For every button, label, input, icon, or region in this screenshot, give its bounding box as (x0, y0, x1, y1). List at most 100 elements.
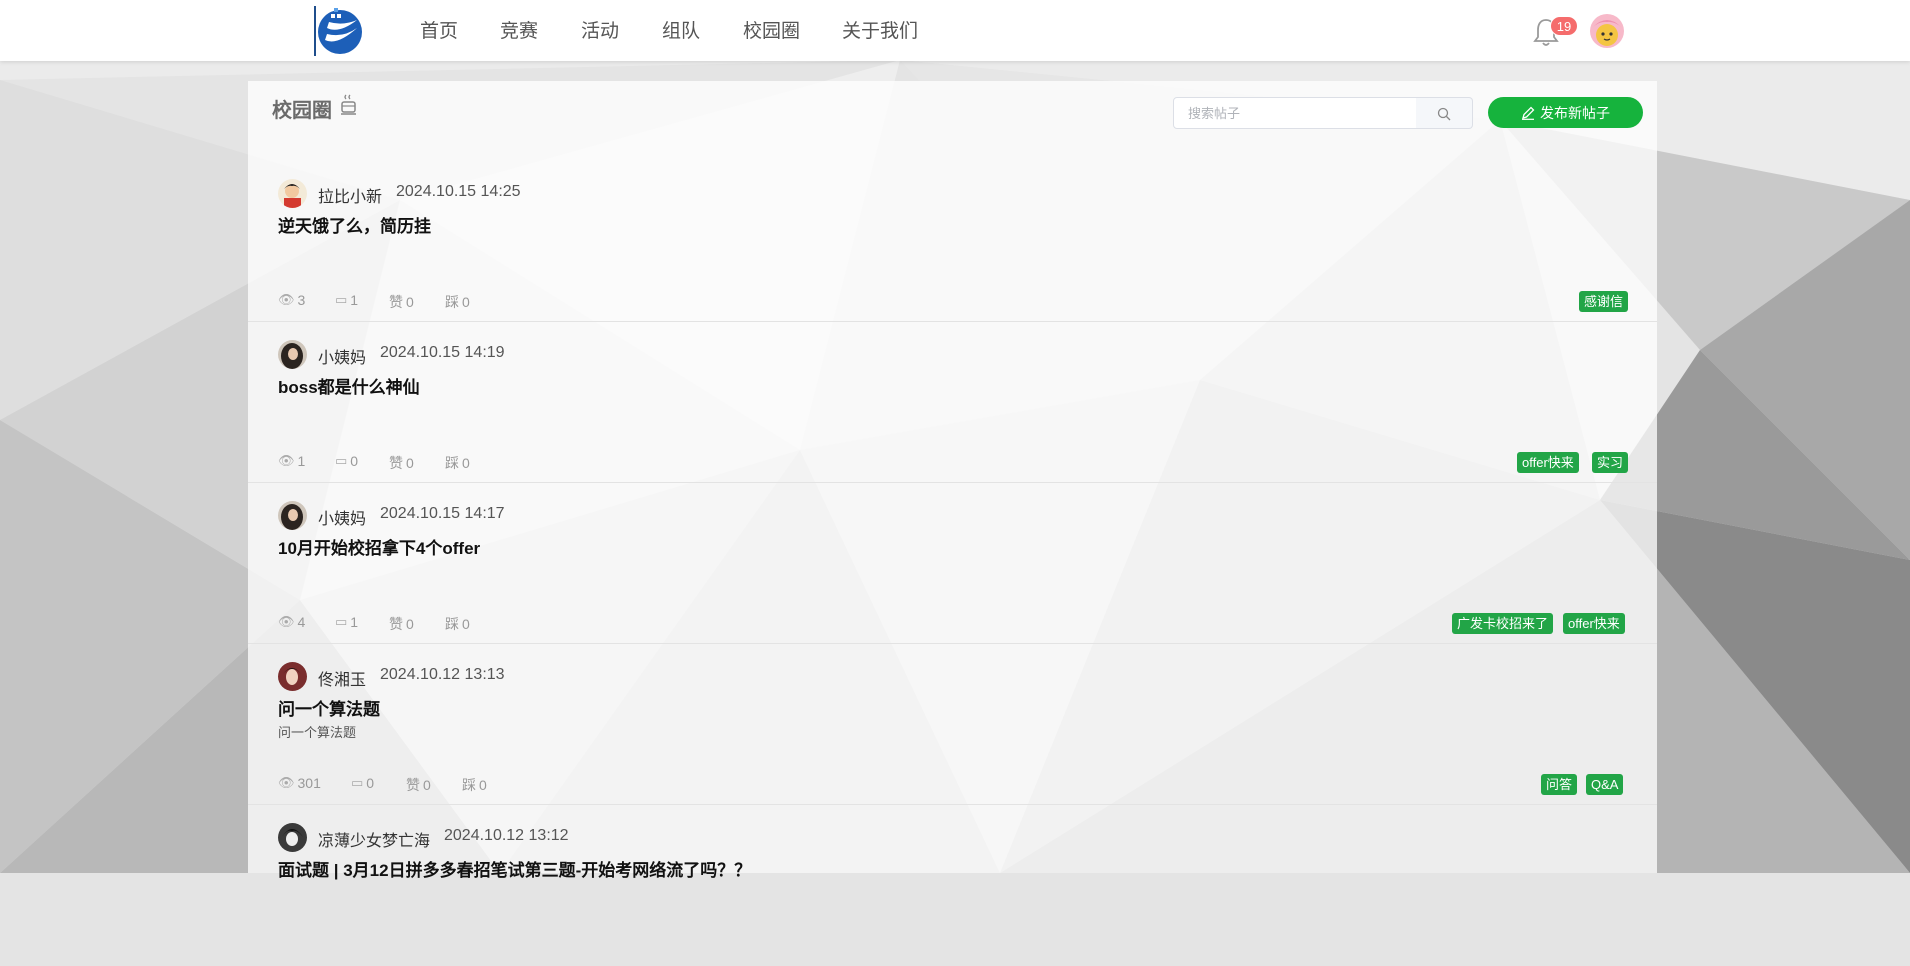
post-author[interactable]: 佟湘玉 (318, 666, 366, 690)
post-item[interactable]: 佟湘玉 2024.10.12 13:13 问一个算法题 问一个算法题 👁 301 … (248, 644, 1657, 805)
author-avatar[interactable] (278, 662, 307, 691)
like-stat[interactable]: 赞0 (389, 614, 414, 634)
new-post-button[interactable]: 发布新帖子 (1488, 97, 1643, 128)
notification-badge: 19 (1550, 16, 1578, 36)
comments-count: 1 (350, 292, 359, 308)
likes-count: 0 (406, 616, 414, 632)
post-time: 2024.10.12 13:12 (444, 827, 569, 844)
post-excerpt: 问一个算法题 (278, 725, 357, 740)
post-tag[interactable]: offer快来 (1563, 613, 1625, 634)
like-stat[interactable]: 赞0 (389, 453, 414, 473)
post-tag[interactable]: 感谢信 (1579, 291, 1629, 312)
nav-campus-circle[interactable]: 校园圈 (743, 20, 800, 44)
comments-stat[interactable]: ▭ 1 (335, 292, 358, 308)
post-time: 2024.10.12 13:13 (380, 666, 505, 683)
dislike-stat[interactable]: 踩0 (462, 775, 487, 795)
new-post-label: 发布新帖子 (1540, 104, 1610, 121)
post-tag[interactable]: Q&A (1586, 774, 1624, 795)
views-stat: 👁 301 (278, 775, 321, 791)
comment-icon: ▭ (335, 614, 348, 629)
post-tag[interactable]: 广发卡校招来了 (1452, 613, 1554, 634)
like-label: 赞 (389, 616, 403, 632)
views-stat: 👁 3 (278, 292, 305, 308)
search-icon (1437, 107, 1451, 121)
like-stat[interactable]: 赞0 (406, 775, 431, 795)
views-count: 301 (297, 775, 321, 791)
nav-competitions[interactable]: 竞赛 (500, 20, 538, 44)
dislike-label: 踩 (445, 455, 459, 471)
post-title[interactable]: 10月开始校招拿下4个offer (278, 534, 480, 559)
campus-circle-panel: 校园圈 发布新帖子 拉比小新 (248, 81, 1657, 880)
nav-home[interactable]: 首页 (420, 20, 458, 44)
comments-count: 1 (350, 614, 359, 630)
dislike-label: 踩 (462, 777, 476, 793)
page-title: 校园圈 (272, 100, 332, 122)
post-author[interactable]: 拉比小新 (318, 183, 382, 207)
post-time: 2024.10.15 14:17 (380, 505, 505, 522)
comment-icon: ▭ (335, 292, 348, 307)
likes-count: 0 (423, 777, 431, 793)
post-title[interactable]: 逆天饿了么，简历挂 (278, 212, 431, 237)
user-avatar[interactable] (1589, 13, 1625, 49)
views-count: 1 (297, 453, 306, 469)
dislike-stat[interactable]: 踩0 (445, 453, 470, 473)
post-item[interactable]: 小姨妈 2024.10.15 14:17 10月开始校招拿下4个offer 👁 4… (248, 483, 1657, 644)
eye-icon: 👁 (278, 292, 295, 307)
post-title[interactable]: 面试题 | 3月12日拼多多春招笔试第三题-开始考网络流了吗？？ (278, 856, 751, 881)
author-avatar[interactable] (278, 501, 307, 530)
like-label: 赞 (406, 777, 420, 793)
likes-count: 0 (406, 455, 414, 471)
dislikes-count: 0 (462, 294, 470, 310)
dislike-stat[interactable]: 踩0 (445, 614, 470, 634)
like-label: 赞 (389, 455, 403, 471)
comments-count: 0 (350, 453, 359, 469)
like-stat[interactable]: 赞0 (389, 292, 414, 312)
dislikes-count: 0 (462, 455, 470, 471)
post-item[interactable]: 小姨妈 2024.10.15 14:19 boss都是什么神仙 👁 1 ▭ 0 赞0… (248, 322, 1657, 483)
dislikes-count: 0 (462, 616, 470, 632)
post-author[interactable]: 小姨妈 (318, 344, 366, 368)
comments-stat[interactable]: ▭ 0 (351, 775, 374, 791)
nav-activities[interactable]: 活动 (581, 20, 619, 44)
comments-stat[interactable]: ▭ 0 (335, 453, 358, 469)
post-item[interactable]: 凉薄少女梦亡海 2024.10.12 13:12 面试题 | 3月12日拼多多春… (248, 805, 1657, 966)
views-count: 3 (297, 292, 306, 308)
post-tag[interactable]: 问答 (1541, 774, 1578, 795)
top-navbar: 首页 竞赛 活动 组队 校园圈 关于我们 19 (0, 0, 1910, 61)
comment-icon: ▭ (351, 775, 364, 790)
post-author[interactable]: 小姨妈 (318, 505, 366, 529)
post-time: 2024.10.15 14:25 (396, 183, 521, 200)
nav-teams[interactable]: 组队 (662, 20, 700, 44)
eye-icon: 👁 (278, 453, 295, 468)
post-author[interactable]: 凉薄少女梦亡海 (318, 827, 430, 851)
post-tag[interactable]: offer快来 (1517, 452, 1579, 473)
dislike-label: 踩 (445, 294, 459, 310)
site-logo[interactable] (313, 4, 363, 58)
search-input[interactable] (1173, 97, 1417, 129)
likes-count: 0 (406, 294, 414, 310)
comments-count: 0 (366, 775, 375, 791)
comment-icon: ▭ (335, 453, 348, 468)
dislike-stat[interactable]: 踩0 (445, 292, 470, 312)
views-count: 4 (297, 614, 306, 630)
post-time: 2024.10.15 14:19 (380, 344, 505, 361)
eye-icon: 👁 (278, 775, 295, 790)
like-label: 赞 (389, 294, 403, 310)
nav-about-us[interactable]: 关于我们 (842, 20, 918, 44)
post-item[interactable]: 拉比小新 2024.10.15 14:25 逆天饿了么，简历挂 👁 3 ▭ 1 赞0… (248, 161, 1657, 322)
dislike-label: 踩 (445, 616, 459, 632)
author-avatar[interactable] (278, 179, 307, 208)
eye-icon: 👁 (278, 614, 295, 629)
views-stat: 👁 1 (278, 453, 305, 469)
comments-stat[interactable]: ▭ 1 (335, 614, 358, 630)
post-title[interactable]: boss都是什么神仙 (278, 373, 420, 398)
author-avatar[interactable] (278, 823, 307, 852)
author-avatar[interactable] (278, 340, 307, 369)
coffee-cup-icon (340, 94, 358, 116)
post-tag[interactable]: 实习 (1592, 452, 1629, 473)
post-title[interactable]: 问一个算法题 (278, 695, 380, 720)
views-stat: 👁 4 (278, 614, 305, 630)
dislikes-count: 0 (479, 777, 487, 793)
pencil-icon (1522, 106, 1535, 120)
search-button[interactable] (1416, 97, 1473, 129)
